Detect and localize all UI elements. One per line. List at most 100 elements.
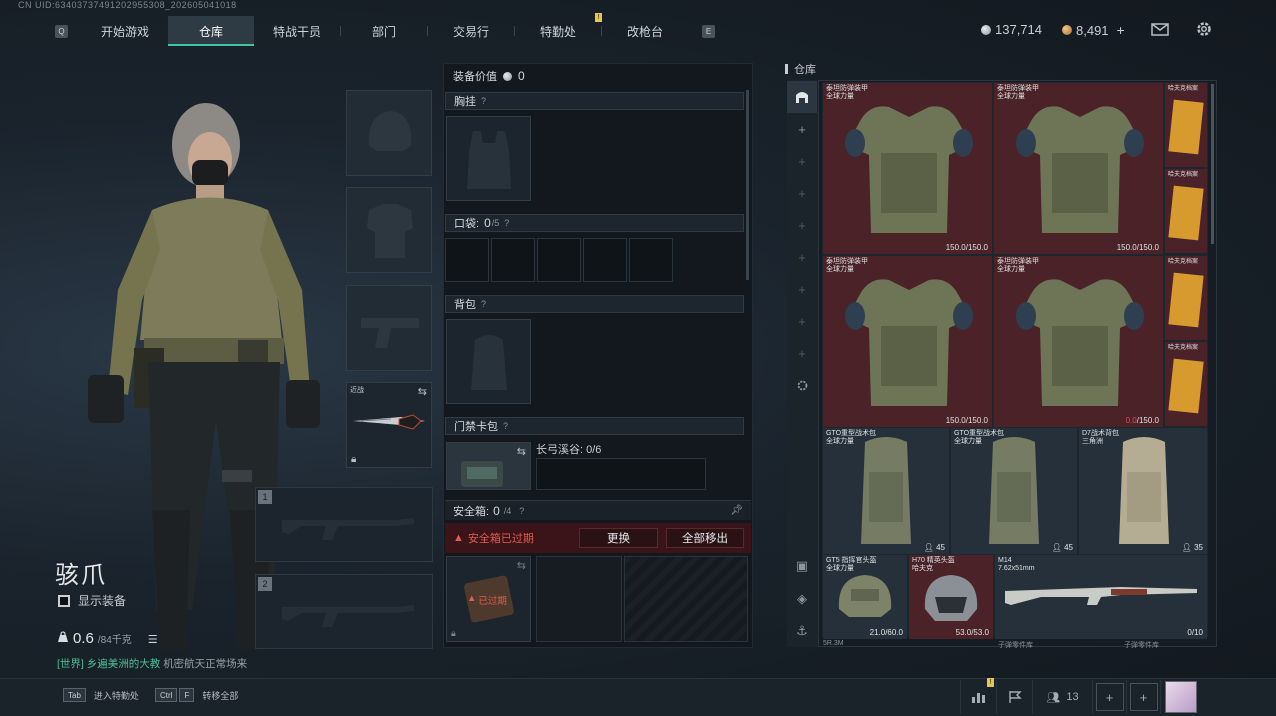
- swap-icon[interactable]: ⇆: [517, 559, 526, 572]
- nav-right-key[interactable]: E: [702, 24, 715, 38]
- help-icon[interactable]: ?: [481, 96, 486, 106]
- currency-secondary-value: 8,491: [1076, 22, 1109, 38]
- tab-label: 交易行: [452, 24, 489, 39]
- item-subtitle: 全球力量: [826, 438, 854, 445]
- rifle-icon: [282, 605, 414, 627]
- stash-tab-empty[interactable]: +: [787, 177, 817, 209]
- stash-item-backpack[interactable]: GTO重型战术包 全球力量 👤︎ 45: [951, 428, 1077, 554]
- show-equipment-toggle[interactable]: 显示装备: [58, 592, 126, 609]
- stash-item-armor[interactable]: 泰坦防弹装甲 全球力量 0.0/150.0: [994, 256, 1163, 427]
- invite-slot-button[interactable]: +: [1092, 680, 1126, 714]
- tab-department[interactable]: 部门: [341, 16, 427, 46]
- safebox-grid-cell[interactable]: [536, 556, 622, 642]
- add-currency-button[interactable]: +: [1117, 22, 1125, 38]
- chat-line[interactable]: [世界] 乡遍美洲的大教 机密航天正常场来: [57, 656, 247, 671]
- armor-icon: [367, 204, 413, 258]
- swap-icon[interactable]: ⇆: [517, 445, 526, 458]
- pocket-slot[interactable]: [491, 238, 535, 282]
- stash-item-armor[interactable]: 泰坦防弹装甲 全球力量 150.0/150.0: [994, 83, 1163, 254]
- stash-item-document[interactable]: 哈夫克档案: [1165, 256, 1207, 340]
- stash-item-helmet[interactable]: H70 精英头盔 哈夫克 53.0/53.0: [909, 555, 993, 639]
- stash-item-document[interactable]: 哈夫克档案: [1165, 342, 1207, 426]
- hint-enter-special-ops[interactable]: Tab 进入特勤处: [63, 688, 139, 702]
- replace-button[interactable]: 更换: [579, 528, 658, 548]
- add-stash-tab-button[interactable]: +: [787, 113, 817, 145]
- show-equipment-checkbox[interactable]: [58, 594, 70, 607]
- tab-warehouse[interactable]: 仓库: [168, 16, 254, 46]
- settings-button[interactable]: [1194, 20, 1214, 38]
- pin-icon[interactable]: 📌︎: [730, 505, 743, 516]
- stash-item-document[interactable]: 哈夫克档案: [1165, 169, 1207, 253]
- safebox-slot[interactable]: ⇆ ▲ 已过期 🔒︎: [446, 556, 531, 642]
- weapon-slot-1[interactable]: 1: [255, 487, 433, 562]
- tab-special-ops[interactable]: 特勤处: [515, 16, 601, 46]
- stash-tool-button[interactable]: ▣: [787, 550, 817, 582]
- pistol-slot[interactable]: [346, 285, 432, 371]
- move-all-button[interactable]: 全部移出: [666, 528, 744, 548]
- stash-tab-empty[interactable]: +: [787, 273, 817, 305]
- stash-footer-mid: 子弹零件库: [998, 642, 1033, 649]
- stash-tab-empty[interactable]: +: [787, 305, 817, 337]
- pocket-slot[interactable]: [583, 238, 627, 282]
- item-durability: 0.0/150.0: [1126, 416, 1159, 425]
- weapon-slot-2[interactable]: 2: [255, 574, 433, 649]
- safebox-expired-text: 安全箱已过期: [467, 533, 534, 545]
- stash-scrollbar[interactable]: [1211, 84, 1214, 244]
- stash-tab-empty[interactable]: +: [787, 241, 817, 273]
- keycard-label: 门禁卡包: [454, 421, 498, 433]
- item-title: M14: [998, 557, 1012, 564]
- stash-home-tab[interactable]: [787, 81, 817, 113]
- sort-button[interactable]: ⚓︎: [787, 615, 817, 647]
- hint-transfer-all[interactable]: Ctrl F 转移全部: [155, 688, 238, 702]
- stash-item-backpack[interactable]: D7战术背包 三角洲 👤︎ 35: [1079, 428, 1207, 554]
- tab-start-game[interactable]: 开始游戏: [82, 16, 168, 46]
- stash-title-row: 仓库: [785, 61, 816, 77]
- help-icon[interactable]: ?: [519, 506, 524, 516]
- safebox-count: 0: [493, 503, 500, 518]
- layers-button[interactable]: ◈: [787, 583, 817, 615]
- pocket-slot[interactable]: [445, 238, 489, 282]
- list-icon[interactable]: ☰: [148, 633, 158, 646]
- stash-settings-button[interactable]: [787, 369, 817, 401]
- swap-icon[interactable]: ⇆: [418, 385, 427, 398]
- pockets-count: 0: [484, 216, 491, 230]
- hint-label: 转移全部: [202, 690, 239, 701]
- stats-button[interactable]: !: [960, 678, 996, 714]
- pockets-header: 口袋: 0 /5 ?: [445, 214, 744, 232]
- nav-left-key[interactable]: Q: [55, 24, 68, 38]
- stash-item-rifle[interactable]: M14 7.62x51mm 0/10: [995, 555, 1207, 639]
- mail-button[interactable]: [1150, 20, 1170, 38]
- friends-button[interactable]: 👥︎ 13: [1032, 680, 1092, 714]
- backpack-slot[interactable]: [446, 319, 531, 404]
- tab-gunsmith[interactable]: 改枪台: [602, 16, 688, 46]
- help-icon[interactable]: ?: [503, 421, 508, 431]
- keycard-case-slot[interactable]: ⇆: [446, 442, 531, 490]
- stash-item-armor[interactable]: 泰坦防弹装甲 全球力量 150.0/150.0: [823, 83, 992, 254]
- help-icon[interactable]: ?: [504, 218, 509, 228]
- stash-item-backpack[interactable]: GTO重型战术包 全球力量 👤︎ 45: [823, 428, 949, 554]
- invite-slot-button[interactable]: +: [1126, 680, 1160, 714]
- melee-slot[interactable]: 近战 ⇆ 🔒︎: [346, 382, 432, 468]
- keycard-slots[interactable]: [536, 458, 706, 490]
- warehouse-icon: [796, 92, 808, 103]
- pocket-slot[interactable]: [629, 238, 673, 282]
- avatar-button[interactable]: [1160, 680, 1200, 714]
- stash-tab-empty[interactable]: +: [787, 209, 817, 241]
- tab-operators[interactable]: 特战干员: [254, 16, 340, 46]
- armor-slot[interactable]: [346, 187, 432, 273]
- stash-tab-empty[interactable]: +: [787, 337, 817, 369]
- stash-item-helmet[interactable]: GT5 指挥官头盔 全球力量 21.0/60.0: [823, 555, 907, 639]
- stash-item-document[interactable]: 哈夫克档案: [1165, 83, 1207, 167]
- avatar: [1164, 681, 1197, 713]
- chest-rig-slot[interactable]: [446, 116, 531, 201]
- stash-tab-empty[interactable]: +: [787, 145, 817, 177]
- flag-button[interactable]: [996, 680, 1032, 714]
- item-capacity-value: 45: [936, 543, 945, 552]
- help-icon[interactable]: ?: [481, 299, 486, 309]
- stash-item-armor[interactable]: 泰坦防弹装甲 全球力量 150.0/150.0: [823, 256, 992, 427]
- tab-trading[interactable]: 交易行: [428, 16, 514, 46]
- loadout-scrollbar[interactable]: [746, 90, 749, 280]
- pocket-slot[interactable]: [537, 238, 581, 282]
- helmet-slot[interactable]: [346, 90, 432, 176]
- rifle-icon: [282, 518, 414, 540]
